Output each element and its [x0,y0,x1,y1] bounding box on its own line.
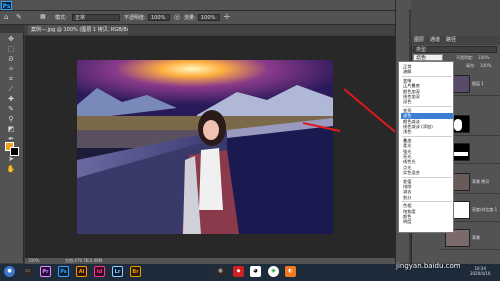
clock-date: 2020/4/16 [470,271,491,276]
blend-mode-option[interactable]: 实色混合 [401,170,453,175]
taskbar-app-icon[interactable]: Br [130,266,141,277]
dropdown-separator [402,105,452,107]
photoshop-logo[interactable]: Ps [1,1,12,10]
blend-mode-option[interactable]: 浅色 [401,129,453,134]
system-clock[interactable]: 10:34 2020/4/16 [470,266,491,276]
taskbar-app-icon[interactable]: Pr [40,266,51,277]
brush-tool-icon[interactable]: ✎ [16,13,22,21]
quick-select-tool-icon[interactable]: ✧ [4,65,18,74]
blend-mode-select[interactable]: 滤色 [413,54,443,61]
lasso-tool-icon[interactable]: ᘐ [4,55,18,64]
tab-layers[interactable]: 图层 [414,36,424,45]
red-app-icon[interactable]: ◆ [233,266,244,277]
tab-paths[interactable]: 路径 [446,36,456,45]
layer-name: 背景 拷贝 [472,179,490,184]
document-tab[interactable]: 案例—.jpg @ 100% (图层 1 拷贝, RGB/8#) [28,25,128,35]
layer-opacity-label: 不透明度: [456,55,474,60]
eyedropper-tool-icon[interactable]: ⟋ [4,85,18,94]
task-view-icon[interactable]: ▭ [22,266,33,277]
taskbar-app-icon[interactable]: Id [94,266,105,277]
stamp-tool-icon[interactable]: ⚲ [4,115,18,124]
watermark: jingyan.baidu.com [396,262,461,270]
crop-tool-icon[interactable]: ⌗ [4,75,18,84]
blend-mode-option[interactable]: 深色 [401,99,453,104]
home-icon[interactable]: ⌂ [4,13,8,21]
colorful-app-icon[interactable]: ◍ [215,266,226,277]
blend-mode-dropdown: 正常 溶解 变暗 正片叠底 颜色加深 线性加深 深色 变亮 滤色 颜色减淡 线性减淡 (添加) 浅色叠… [398,61,454,233]
orange-app-icon[interactable]: ◐ [285,266,296,277]
tab-channels[interactable]: 通道 [430,36,440,45]
dropdown-separator [402,201,452,203]
opacity-label: 不透明度: [124,15,146,21]
healing-brush-tool-icon[interactable]: ✚ [4,95,18,104]
photo-great-wall-woman [77,60,333,234]
airbrush-icon[interactable]: ✢ [224,13,230,21]
marquee-tool-icon[interactable]: ⬚ [4,45,18,54]
qq-icon[interactable]: ◕ [250,266,261,277]
layer-name: 图层 1 [472,81,484,86]
pressure-opacity-icon[interactable]: ◎ [174,13,180,21]
blend-mode-option[interactable]: 明度 [401,219,453,224]
mode-label: 模式: [55,15,67,21]
panel-dock-top [411,0,500,36]
brush-panel-icon[interactable]: ▦ [40,13,46,20]
mode-select[interactable]: 正常 [72,14,120,21]
taskbar-app-icon[interactable]: Lr [112,266,123,277]
dropdown-separator [402,176,452,178]
layer-name: 背景 [472,235,480,240]
layer-name: 亮度/对比度 1 [472,207,498,212]
opacity-field[interactable]: 100% [148,14,170,21]
layer-fill-field[interactable]: 100% [480,63,491,68]
canvas-image[interactable] [77,60,333,234]
taskbar-app-icon[interactable]: Ai [76,266,87,277]
options-bar: ⌂ ✎ ▦ 模式: 正常 不透明度: 100% ◎ 流量: 100% ✢ [0,11,395,25]
flow-label: 流量: [184,15,196,21]
path-select-tool-icon[interactable]: ➤ [4,155,18,164]
dropdown-separator [402,135,452,137]
annotation-arrow-secondary-icon [302,122,341,132]
brush-tool-icon[interactable]: ✎ [4,105,18,114]
move-tool-icon[interactable]: ✥ [4,35,18,44]
background-color-swatch[interactable] [10,147,19,156]
start-icon[interactable]: ● [4,266,15,277]
dropdown-separator [402,75,452,77]
eraser-tool-icon[interactable]: ◩ [4,125,18,134]
blend-mode-option[interactable]: 划分 [401,195,453,200]
hand-tool-icon[interactable]: ✋ [4,165,18,174]
layer-fill-label: 填充: [466,63,476,68]
layer-opacity-field[interactable]: 100% [478,55,489,60]
layer-filter-select[interactable]: 类型 [413,46,497,53]
blend-mode-option[interactable]: 溶解 [401,69,453,74]
chrome-icon[interactable]: ◉ [268,266,279,277]
taskbar-app-icon[interactable]: Ps [58,266,69,277]
flow-field[interactable]: 100% [198,14,220,21]
